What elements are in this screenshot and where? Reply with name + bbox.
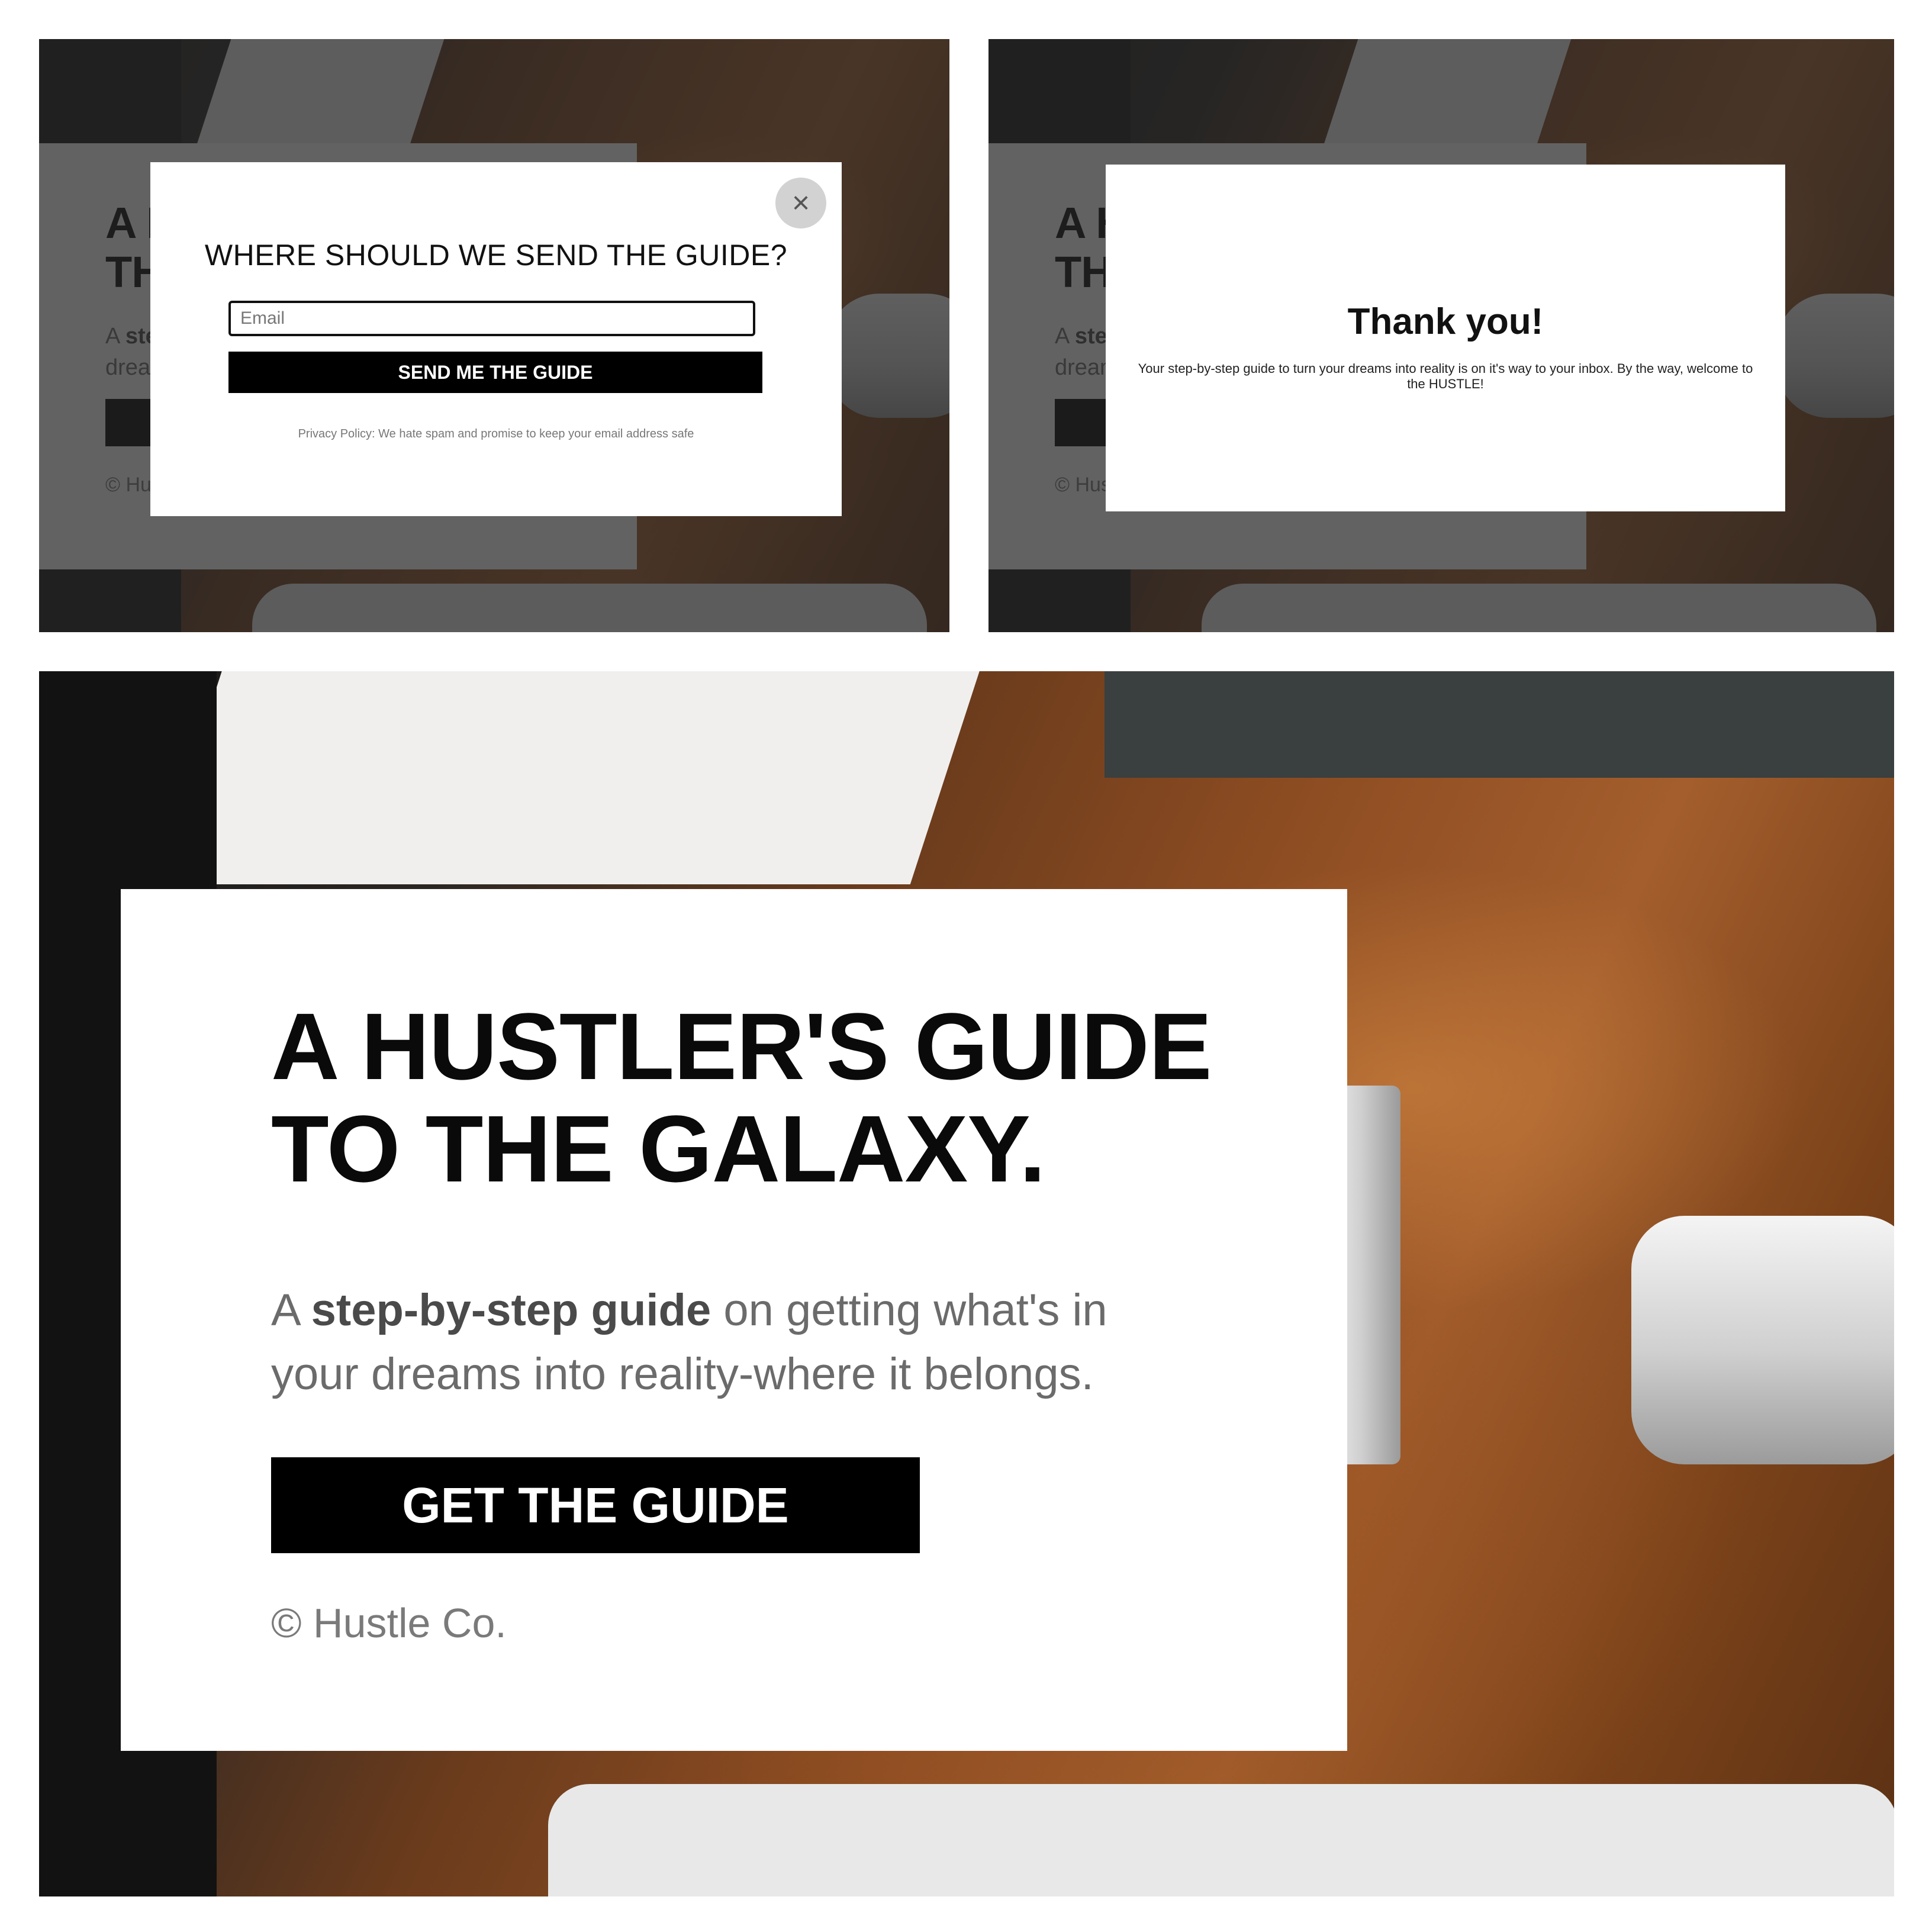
thank-you-screen: A HUSTLER'S GUIDE TO THE GALAXY. A step-… (988, 39, 1894, 632)
email-modal-screen: A HUSTLER'S GUIDE TO THE GALAXY. A step-… (39, 39, 949, 632)
thank-you-message: Your step-by-step guide to turn your dre… (1138, 361, 1753, 391)
get-guide-button[interactable]: GET THE GUIDE (271, 1457, 920, 1553)
copyright: © Hustle Co. (271, 1600, 507, 1646)
thank-you-heading: Thank you! (1347, 301, 1544, 342)
landing-title: A HUSTLER'S GUIDE TO THE GALAXY. (271, 993, 1212, 1202)
email-modal: × WHERE SHOULD WE SEND THE GUIDE? SEND M… (150, 162, 842, 516)
privacy-policy-text: Privacy Policy: We hate spam and promise… (298, 427, 694, 440)
thank-you-modal: Thank you! Your step-by-step guide to tu… (1106, 165, 1785, 511)
landing-card: A HUSTLER'S GUIDE TO THE GALAXY. A step-… (121, 889, 1347, 1751)
landing-subtitle: A step-by-step guide on getting what's i… (271, 1285, 1107, 1399)
close-icon[interactable]: × (775, 178, 826, 228)
modal-heading: WHERE SHOULD WE SEND THE GUIDE? (204, 239, 788, 272)
landing-page: A HUSTLER'S GUIDE TO THE GALAXY. A step-… (39, 671, 1894, 1896)
send-guide-button[interactable]: SEND ME THE GUIDE (228, 352, 762, 393)
email-field[interactable] (228, 301, 755, 336)
